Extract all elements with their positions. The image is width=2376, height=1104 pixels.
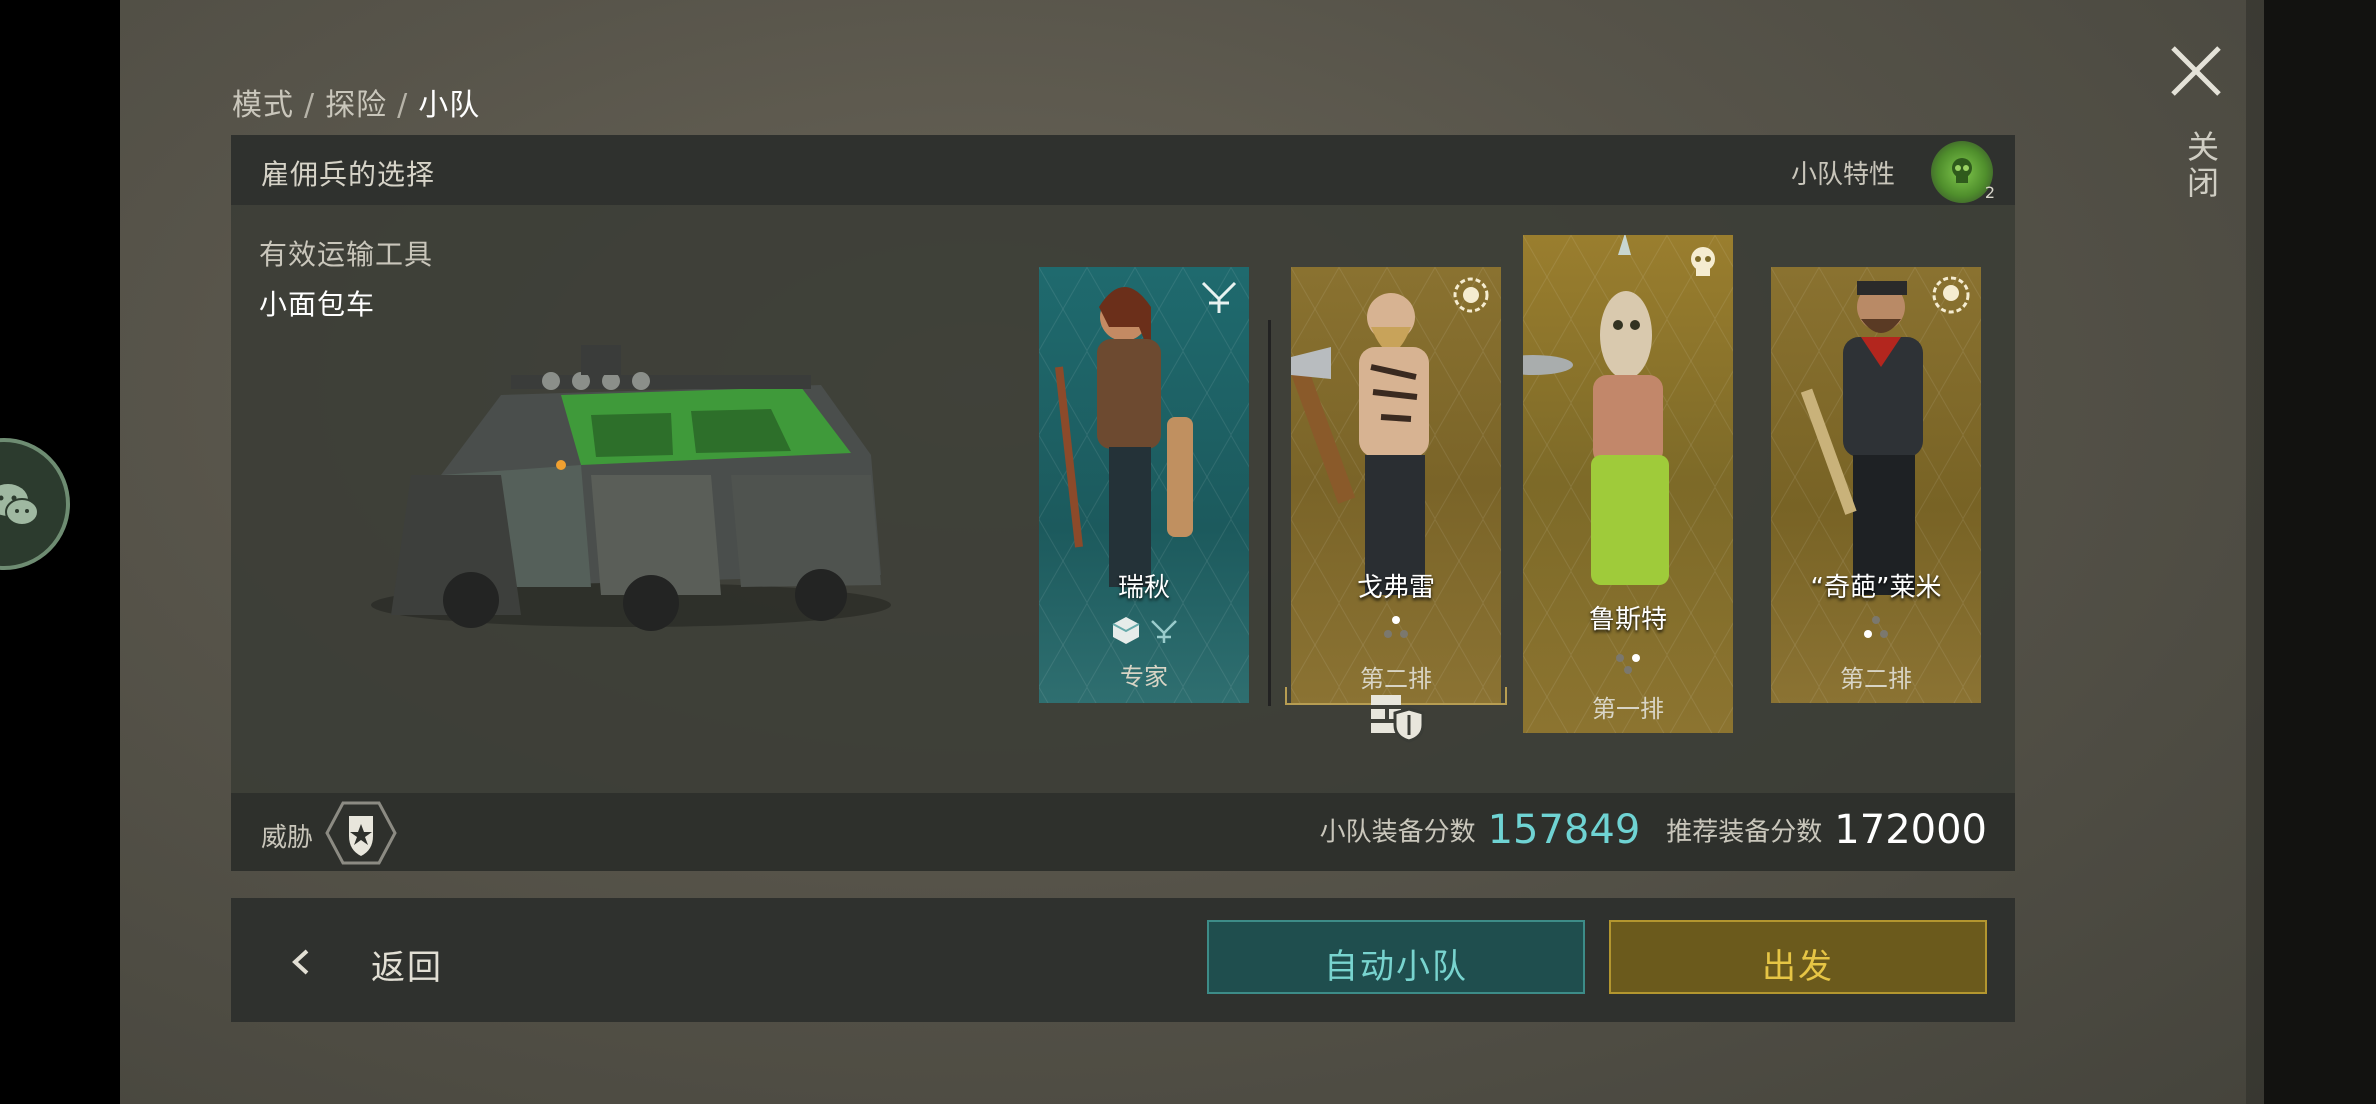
badge-star-icon[interactable] xyxy=(325,800,397,866)
auto-squad-button[interactable]: 自动小队 xyxy=(1207,920,1585,994)
depart-label: 出发 xyxy=(1762,947,1834,987)
skull-trait-icon xyxy=(1952,158,1972,183)
wechat-floating-button[interactable] xyxy=(0,438,70,570)
back-button[interactable]: 返回 xyxy=(261,926,481,994)
close-icon xyxy=(2171,46,2221,96)
merc-name: 鲁斯特 xyxy=(1588,605,1667,635)
merc-row: 第一排 xyxy=(1592,695,1664,723)
score-display: 小队装备分数 157849 推荐装备分数 172000 xyxy=(1320,807,1987,853)
breadcrumb-mode[interactable]: 模式 xyxy=(232,88,294,123)
squad-trait-button[interactable] xyxy=(1931,141,1993,203)
squad-panel: 雇佣兵的选择 小队特性 2 有效运输工具 小面包车 瑞秋 专家 戈弗雷 第二排 … xyxy=(231,135,2015,871)
rust-portrait xyxy=(1523,235,1669,585)
breadcrumb-explore[interactable]: 探险 xyxy=(325,88,387,123)
breadcrumb-separator: / xyxy=(397,88,409,123)
cube-icon xyxy=(1111,615,1141,649)
recommended-score-value: 172000 xyxy=(1834,807,1987,853)
merc-card-rachel[interactable]: 瑞秋 专家 xyxy=(1039,267,1249,703)
merc-card-rust[interactable]: 鲁斯特 第一排 xyxy=(1523,235,1733,733)
screen: 模式 / 探险 / 小队 关闭 雇佣兵的选择 小队特性 2 有效运输工具 小面包车 xyxy=(0,0,2376,1104)
merc-name: 戈弗雷 xyxy=(1356,573,1435,603)
threat-label: 威胁 xyxy=(261,823,314,853)
breadcrumb: 模式 / 探险 / 小队 xyxy=(232,80,480,124)
stats-bar: 威胁 小队装备分数 157849 推荐装备分数 172000 xyxy=(231,793,2015,871)
van-vehicle-image[interactable] xyxy=(351,325,911,635)
gear-skull-icon xyxy=(1453,277,1489,313)
recommended-score-label: 推荐装备分数 xyxy=(1666,817,1823,848)
depart-button[interactable]: 出发 xyxy=(1609,920,1987,994)
auto-squad-label: 自动小队 xyxy=(1324,947,1468,987)
close-label[interactable]: 关闭 xyxy=(2178,130,2224,202)
panel-title: 雇佣兵的选择 xyxy=(261,158,436,191)
merc-role: 专家 xyxy=(1120,663,1168,691)
merc-name: 瑞秋 xyxy=(1117,573,1170,603)
right-side-shade xyxy=(2246,0,2376,1104)
vehicle-label: 有效运输工具 xyxy=(259,238,434,271)
crossbow-small-icon xyxy=(1149,615,1179,649)
breadcrumb-separator: / xyxy=(304,88,316,123)
merc-name: “奇葩”莱米 xyxy=(1810,573,1942,603)
row-position-dots xyxy=(1291,623,1501,642)
vehicle-name[interactable]: 小面包车 xyxy=(259,283,375,323)
crossbow-icon xyxy=(1201,281,1237,313)
squad-trait-count: 2 xyxy=(1984,183,1995,202)
skull-icon xyxy=(1691,247,1715,276)
row-position-dots xyxy=(1771,623,1981,642)
shield-wall-icon[interactable] xyxy=(1369,693,1425,743)
row-position-dots xyxy=(1523,659,1733,678)
row-divider xyxy=(1268,320,1271,706)
bottom-action-bar: 返回 自动小队 出发 xyxy=(231,898,2015,1022)
back-chevron-icon xyxy=(292,949,309,975)
merc-card-geoffrey[interactable]: 戈弗雷 第二排 xyxy=(1291,267,1501,703)
team-score-label: 小队装备分数 xyxy=(1319,817,1476,848)
team-score-value: 157849 xyxy=(1487,807,1641,853)
merc-row: 第二排 xyxy=(1840,665,1912,693)
squad-trait-label[interactable]: 小队特性 xyxy=(1791,154,1895,191)
wechat-icon xyxy=(0,484,39,526)
merc-card-remy[interactable]: “奇葩”莱米 第二排 xyxy=(1771,267,1981,703)
back-label: 返回 xyxy=(371,948,443,988)
skull-gear-icon xyxy=(1932,276,1970,314)
close-button[interactable] xyxy=(2165,40,2227,102)
breadcrumb-squad: 小队 xyxy=(418,88,481,123)
panel-header: 雇佣兵的选择 小队特性 2 xyxy=(231,135,2015,205)
